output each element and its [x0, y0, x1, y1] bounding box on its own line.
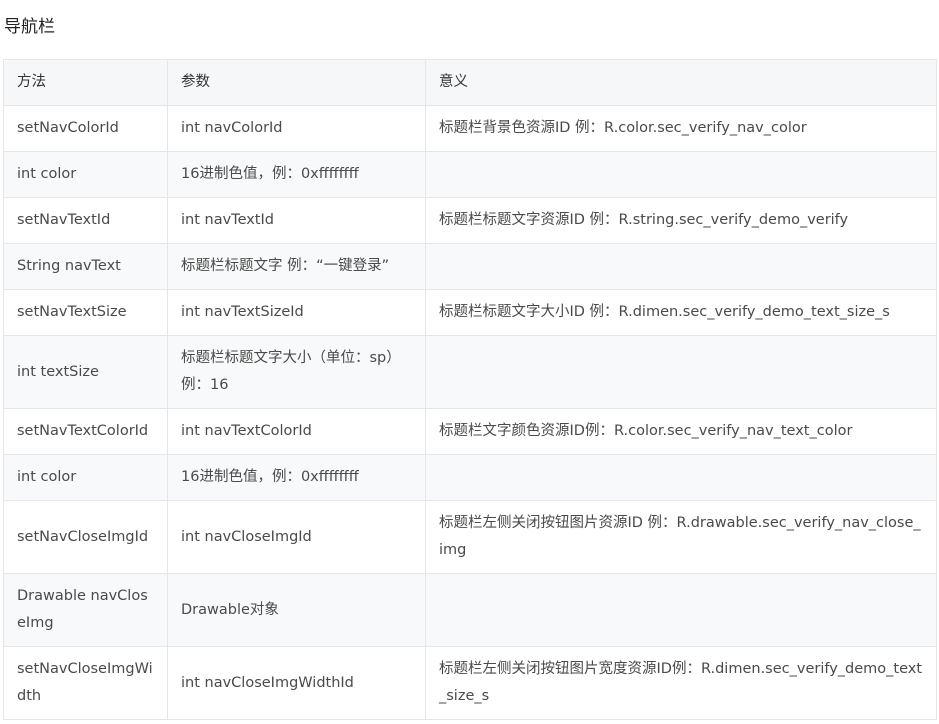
param-cell: 标题栏标题文字大小（单位：sp）例：16: [167, 335, 426, 409]
method-cell: setNavCloseImgId: [3, 500, 168, 574]
param-cell: int navColorId: [167, 105, 426, 152]
table-row: String navText 标题栏标题文字 例：“一键登录”: [3, 243, 937, 290]
table-row: setNavColorId int navColorId 标题栏背景色资源ID …: [3, 105, 937, 152]
meaning-cell: [425, 573, 937, 647]
meaning-cell: 标题栏标题文字大小ID 例：R.dimen.sec_verify_demo_te…: [425, 289, 937, 336]
param-cell: int navTextId: [167, 197, 426, 244]
table-row: Drawable navCloseImg Drawable对象: [3, 573, 937, 647]
table-row: setNavTextSize int navTextSizeId 标题栏标题文字…: [3, 289, 937, 336]
meaning-cell: 标题栏背景色资源ID 例：R.color.sec_verify_nav_colo…: [425, 105, 937, 152]
method-cell: setNavTextColorId: [3, 408, 168, 455]
param-cell: int navCloseImgId: [167, 500, 426, 574]
meaning-cell: [425, 454, 937, 501]
param-cell: 16进制色值，例：0xffffffff: [167, 454, 426, 501]
param-cell: 标题栏标题文字 例：“一键登录”: [167, 243, 426, 290]
meaning-cell: 标题栏文字颜色资源ID例：R.color.sec_verify_nav_text…: [425, 408, 937, 455]
table-row: setNavTextId int navTextId 标题栏标题文字资源ID 例…: [3, 197, 937, 244]
table-row: int color 16进制色值，例：0xffffffff: [3, 454, 937, 501]
method-cell: Drawable navCloseImg: [3, 573, 168, 647]
api-table-container: 方法 参数 意义 setNavColorId int navColorId 标题…: [3, 59, 937, 720]
param-cell: int navCloseImgWidthId: [167, 646, 426, 720]
header-method: 方法: [3, 59, 168, 106]
method-cell: int color: [3, 151, 168, 198]
method-cell: setNavCloseImgWidth: [3, 646, 168, 720]
method-cell: String navText: [3, 243, 168, 290]
meaning-cell: [425, 335, 937, 409]
section-title: 导航栏: [4, 17, 55, 37]
method-cell: setNavTextSize: [3, 289, 168, 336]
param-cell: int navTextSizeId: [167, 289, 426, 336]
nav-bar-api-table: 方法 参数 意义 setNavColorId int navColorId 标题…: [3, 59, 937, 720]
header-param: 参数: [167, 59, 426, 106]
method-cell: int textSize: [3, 335, 168, 409]
method-cell: setNavColorId: [3, 105, 168, 152]
table-row: setNavCloseImgId int navCloseImgId 标题栏左侧…: [3, 500, 937, 574]
table-row: setNavCloseImgWidth int navCloseImgWidth…: [3, 646, 937, 720]
method-cell: int color: [3, 454, 168, 501]
method-cell: setNavTextId: [3, 197, 168, 244]
param-cell: Drawable对象: [167, 573, 426, 647]
table-row: int color 16进制色值，例：0xffffffff: [3, 151, 937, 198]
header-meaning: 意义: [425, 59, 937, 106]
meaning-cell: 标题栏标题文字资源ID 例：R.string.sec_verify_demo_v…: [425, 197, 937, 244]
meaning-cell: 标题栏左侧关闭按钮图片资源ID 例：R.drawable.sec_verify_…: [425, 500, 937, 574]
param-cell: int navTextColorId: [167, 408, 426, 455]
meaning-cell: 标题栏左侧关闭按钮图片宽度资源ID例：R.dimen.sec_verify_de…: [425, 646, 937, 720]
table-header-row: 方法 参数 意义: [3, 59, 937, 106]
table-row: setNavTextColorId int navTextColorId 标题栏…: [3, 408, 937, 455]
meaning-cell: [425, 243, 937, 290]
table-row: int textSize 标题栏标题文字大小（单位：sp）例：16: [3, 335, 937, 409]
meaning-cell: [425, 151, 937, 198]
param-cell: 16进制色值，例：0xffffffff: [167, 151, 426, 198]
